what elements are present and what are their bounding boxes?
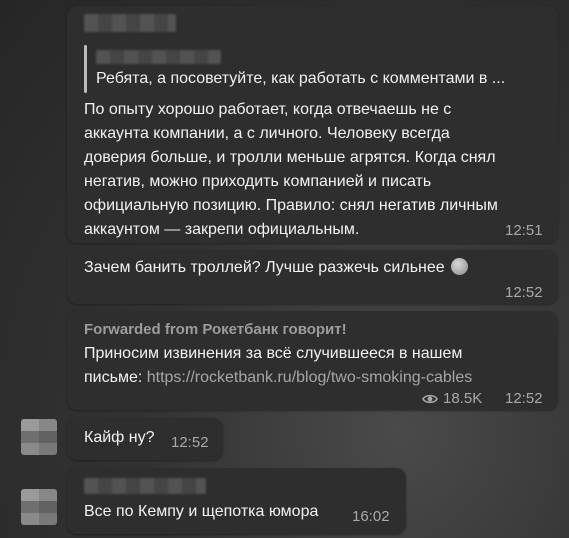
reply-author-blurred — [96, 50, 221, 64]
message-time: 12:51 — [505, 222, 543, 239]
winking-face-icon — [450, 258, 468, 275]
sender-name-blurred — [84, 478, 206, 494]
message-text: Кайф ну? — [84, 429, 155, 446]
message-line: официальную позицию. Правило: снял негат… — [84, 197, 498, 214]
message-time: 12:52 — [171, 434, 209, 451]
eye-icon — [422, 394, 438, 404]
message-line-prefix: письме: — [84, 369, 147, 386]
message-time: 16:02 — [352, 508, 390, 525]
message-line: доверия больше, и тролли меньше агрятся.… — [84, 149, 496, 166]
message-line: Приносим извинения за всё случившееся в … — [84, 345, 463, 362]
message-text: Зачем банить троллей? Лучше разжечь силь… — [84, 256, 468, 280]
avatar[interactable] — [21, 419, 57, 455]
message-line: письме: https://rocketbank.ru/blog/two-s… — [84, 366, 554, 390]
message-text: Приносим извинения за всё случившееся в … — [84, 342, 554, 390]
message-time: 12:52 — [505, 390, 543, 407]
message-text: По опыту хорошо работает, когда отвечаеш… — [84, 98, 554, 242]
reply-quote-text[interactable]: Ребята, а посоветуйте, как работать с ко… — [96, 70, 505, 88]
message-line: негатив, можно приходить компанией и пис… — [84, 173, 432, 190]
reply-quote-bar — [84, 45, 87, 93]
message-text: Все по Кемпу и щепотка юмора — [84, 503, 319, 520]
view-count: 18.5K — [443, 390, 483, 407]
sender-name-blurred — [84, 14, 176, 32]
message-link[interactable]: https://rocketbank.ru/blog/two-smoking-c… — [147, 369, 472, 386]
message-text-content: Зачем банить троллей? Лучше разжечь силь… — [84, 259, 445, 276]
message-line: аккаунтом — закрепи официальным. — [84, 221, 360, 238]
message-line: По опыту хорошо работает, когда отвечаеш… — [84, 101, 452, 118]
avatar[interactable] — [21, 489, 57, 525]
message-time: 12:52 — [505, 284, 543, 301]
forwarded-from-label[interactable]: Forwarded from Рокетбанк говорит! — [84, 321, 347, 338]
message-line: аккаунта компании, а с личного. Человеку… — [84, 125, 450, 142]
